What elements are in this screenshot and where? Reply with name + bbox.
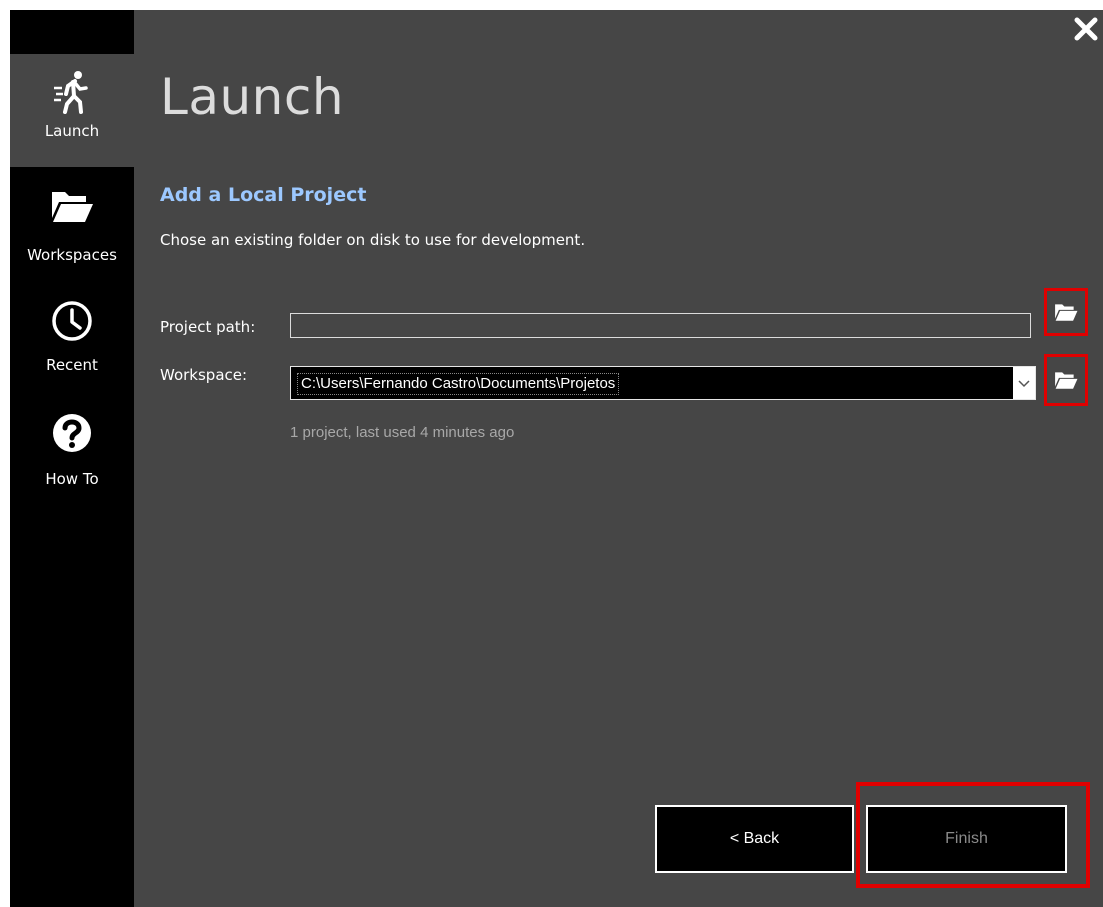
sidebar-item-recent[interactable]: Recent: [10, 294, 134, 384]
sidebar-item-label: Workspaces: [27, 246, 117, 264]
close-icon: [1074, 17, 1098, 41]
folder-open-icon: [1055, 372, 1078, 389]
sidebar-item-how-to[interactable]: How To: [10, 408, 134, 500]
project-path-label: Project path:: [160, 318, 256, 336]
project-path-input[interactable]: [290, 313, 1031, 338]
sidebar-item-label: How To: [45, 470, 99, 488]
sidebar-item-launch[interactable]: Launch: [10, 54, 134, 167]
chevron-down-icon: [1018, 380, 1030, 388]
section-description: Chose an existing folder on disk to use …: [160, 231, 586, 249]
finish-button[interactable]: Finish: [866, 805, 1067, 873]
help-icon: [53, 414, 91, 452]
workspace-selected-value: C:\Users\Fernando Castro\Documents\Proje…: [297, 373, 620, 395]
workspace-info-text: 1 project, last used 4 minutes ago: [290, 424, 515, 441]
back-button[interactable]: < Back: [655, 805, 854, 873]
folder-open-icon: [52, 192, 93, 222]
workspace-browse-button[interactable]: [1044, 354, 1088, 406]
sidebar-item-workspaces[interactable]: Workspaces: [10, 178, 134, 278]
close-button[interactable]: [1071, 14, 1101, 44]
workspace-label: Workspace:: [160, 366, 248, 384]
running-person-icon: [54, 71, 88, 114]
workspace-dropdown-toggle[interactable]: [1013, 367, 1035, 399]
sidebar-item-label: Recent: [46, 356, 98, 374]
page-title: Launch: [160, 68, 345, 126]
clock-icon: [52, 301, 92, 341]
section-title: Add a Local Project: [160, 184, 367, 206]
launcher-window: Launch Workspaces Recent How To Launch A…: [10, 10, 1103, 907]
workspace-dropdown[interactable]: C:\Users\Fernando Castro\Documents\Proje…: [290, 366, 1036, 400]
sidebar: Launch Workspaces Recent How To: [10, 10, 134, 907]
folder-open-icon: [1055, 304, 1078, 321]
sidebar-item-label: Launch: [44, 122, 100, 140]
project-path-browse-button[interactable]: [1044, 288, 1088, 336]
